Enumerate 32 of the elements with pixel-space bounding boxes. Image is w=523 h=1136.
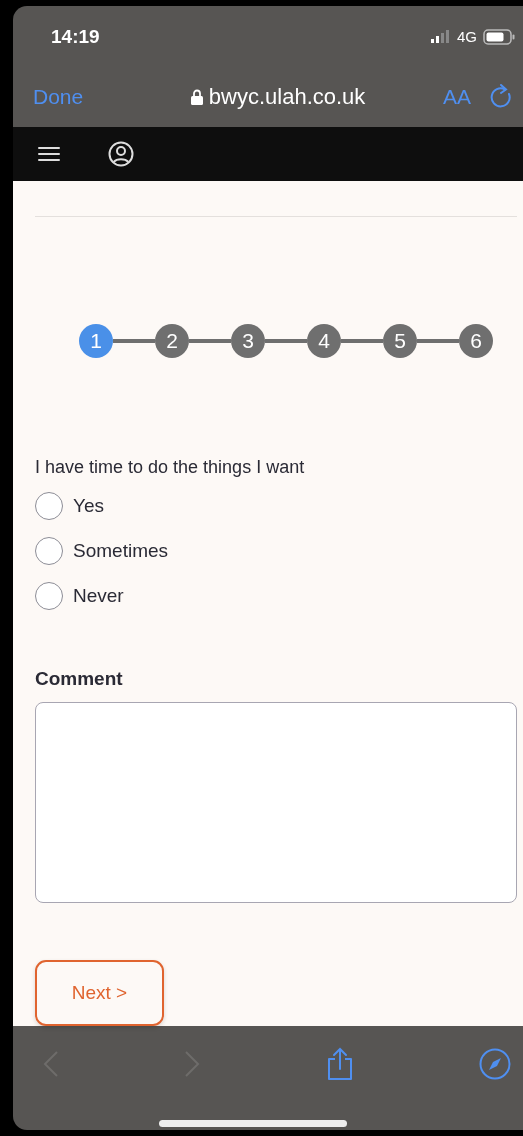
compass-icon[interactable]	[479, 1048, 511, 1081]
step-indicator[interactable]: 6	[459, 324, 493, 359]
step-connector	[113, 339, 155, 344]
step-connector	[265, 339, 307, 344]
url-text[interactable]: bwyc.ulah.co.uk	[208, 84, 366, 110]
battery-icon	[483, 28, 515, 45]
account-icon[interactable]	[108, 140, 134, 167]
share-icon[interactable]	[325, 1047, 354, 1082]
radio-button[interactable]	[35, 582, 63, 611]
lock-icon	[190, 89, 203, 105]
step-connector	[341, 339, 383, 344]
step-indicator[interactable]: 3	[231, 324, 265, 359]
radio-button[interactable]	[35, 537, 63, 566]
menu-icon[interactable]	[38, 145, 60, 162]
option-label: Never	[73, 585, 124, 608]
network-label: 4G	[457, 28, 477, 46]
option-label: Sometimes	[73, 540, 169, 563]
status-time: 14:19	[51, 25, 100, 48]
comment-field[interactable]	[35, 702, 517, 904]
radio-button[interactable]	[35, 492, 63, 521]
question-text: I have time to do the things I want	[35, 457, 306, 479]
step-connector	[417, 339, 459, 344]
signal-icon	[431, 30, 451, 44]
step-indicator[interactable]: 1	[79, 324, 113, 359]
step-connector	[189, 339, 231, 344]
next-button[interactable]: Next >	[35, 960, 164, 1027]
step-indicator[interactable]: 5	[383, 324, 417, 359]
step-indicator[interactable]: 2	[155, 324, 189, 359]
comment-label: Comment	[35, 668, 124, 691]
option-label: Yes	[73, 495, 104, 518]
reload-icon[interactable]	[489, 84, 513, 110]
step-indicator[interactable]: 4	[307, 324, 341, 359]
